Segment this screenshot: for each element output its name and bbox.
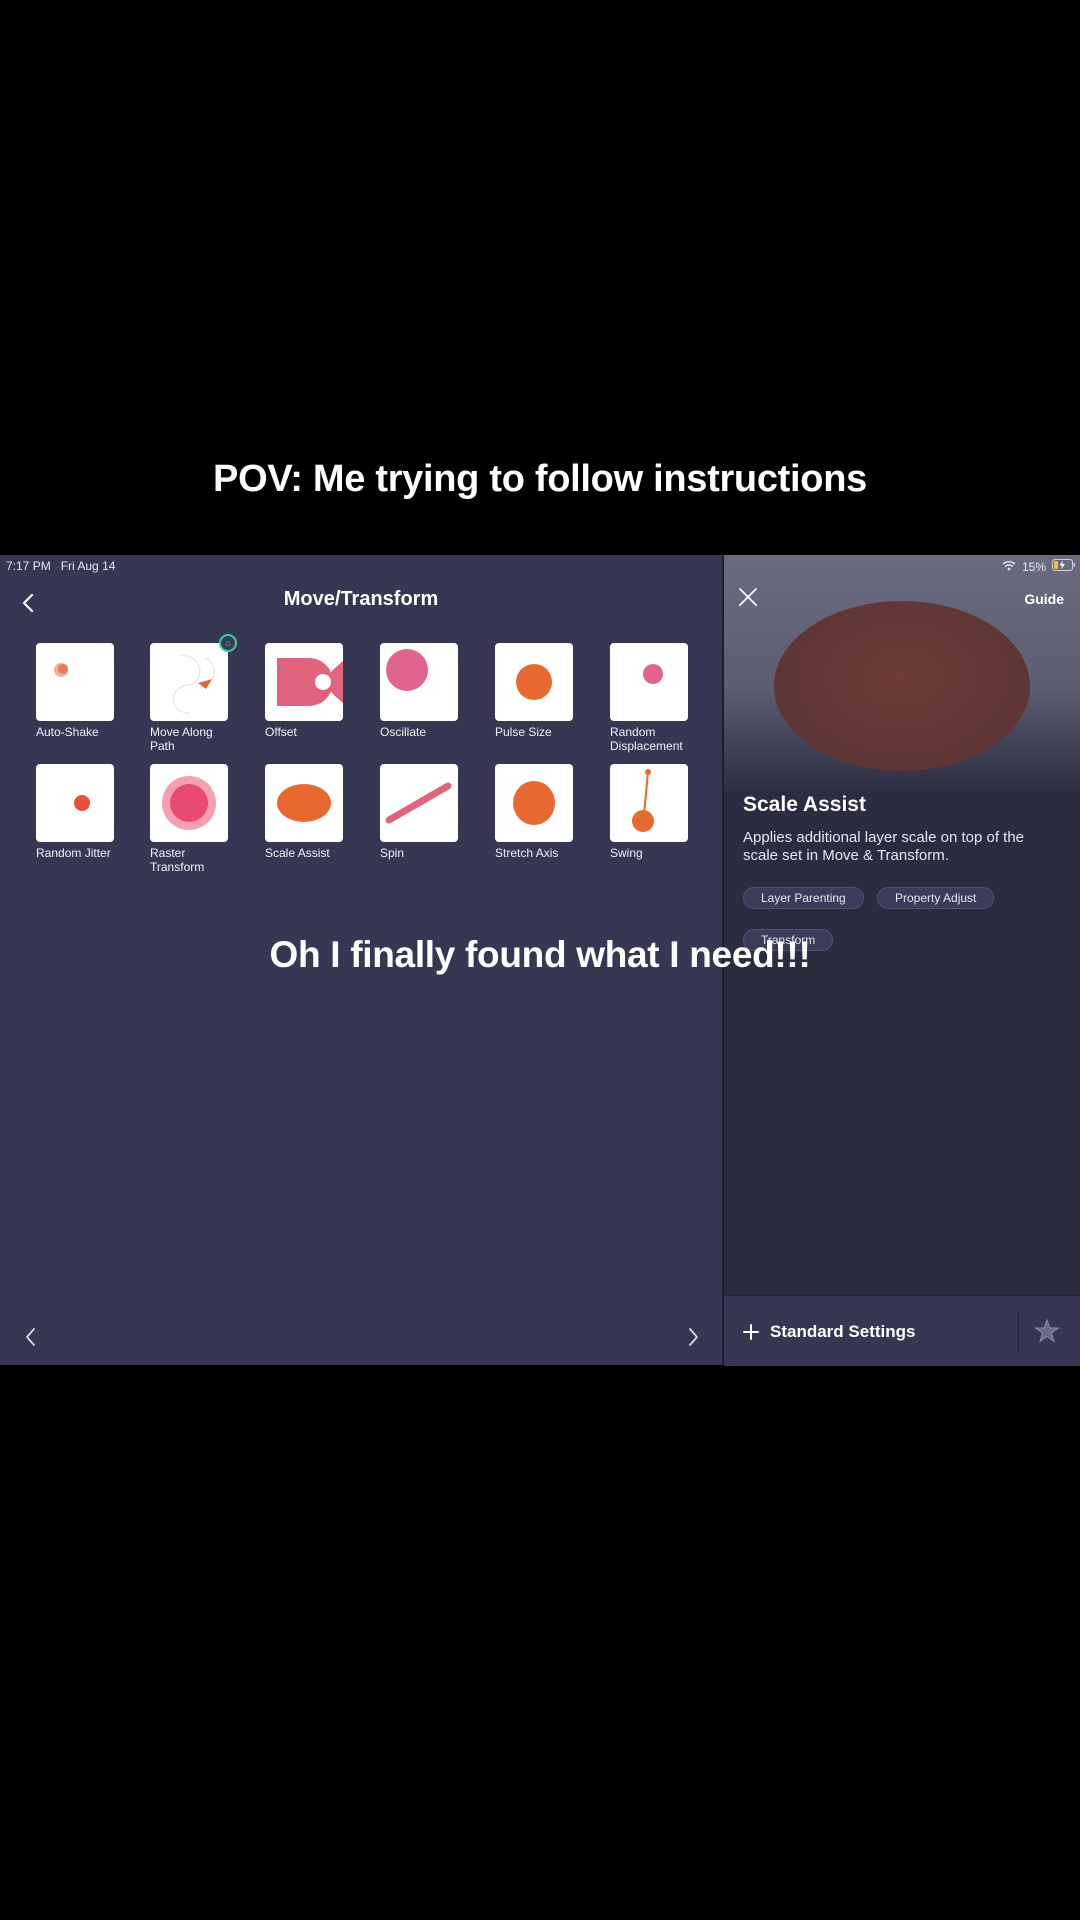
previous-page-chevron-icon[interactable] — [20, 1325, 42, 1349]
tile-stretch-axis[interactable]: Stretch Axis — [495, 764, 573, 860]
behavior-description: Applies additional layer scale on top of… — [743, 829, 1025, 864]
close-icon[interactable] — [736, 585, 760, 609]
tile-random-jitter[interactable]: Random Jitter — [36, 764, 114, 860]
footer-bar: Standard Settings — [724, 1295, 1080, 1366]
spin-icon — [380, 764, 458, 842]
random-displacement-icon — [610, 643, 688, 721]
tile-pulse-size[interactable]: Pulse Size — [495, 643, 573, 739]
battery-percentage: 15% — [1021, 559, 1046, 574]
tile-auto-shake[interactable]: Auto-Shake — [36, 643, 114, 739]
tile-swing[interactable]: Swing — [610, 764, 688, 860]
tile-label: Scale Assist — [265, 846, 330, 860]
caption-middle: Oh I finally found what I need!!! — [269, 934, 811, 975]
lock-badge-icon: ⌂ — [219, 634, 237, 652]
tile-label: Pulse Size — [495, 725, 552, 739]
tile-offset[interactable]: Offset — [265, 643, 343, 739]
tile-random-displacement[interactable]: Random Displacement — [610, 643, 688, 753]
tile-label: Spin — [380, 846, 405, 860]
raster-transform-icon — [150, 764, 228, 842]
tile-label: Raster Transform — [150, 846, 205, 874]
tile-label: Stretch Axis — [495, 846, 559, 860]
status-indicators: 15% — [1002, 559, 1076, 574]
pulse-size-icon — [495, 643, 573, 721]
scale-assist-icon — [265, 764, 343, 842]
oscillate-icon — [380, 643, 458, 721]
tile-label: Move Along Path — [150, 725, 213, 753]
tile-oscillate[interactable]: Oscillate — [380, 643, 458, 739]
tile-label: Oscillate — [380, 725, 427, 739]
tile-raster-transform[interactable]: Raster Transform — [150, 764, 228, 874]
swing-icon — [610, 764, 688, 842]
standard-settings-button[interactable]: Standard Settings — [742, 1322, 915, 1342]
battery-charging-icon — [1052, 559, 1076, 574]
tile-label: Swing — [610, 846, 643, 860]
tag-layer-parenting[interactable]: Layer Parenting — [743, 887, 864, 909]
standard-settings-label: Standard Settings — [770, 1322, 916, 1341]
tag-property-adjust[interactable]: Property Adjust — [877, 887, 995, 909]
footer-separator — [1018, 1312, 1019, 1352]
status-time: 7:17 PM Fri Aug 14 — [6, 559, 116, 573]
next-page-chevron-icon[interactable] — [682, 1325, 704, 1349]
tile-spin[interactable]: Spin — [380, 764, 458, 860]
stretch-axis-icon — [495, 764, 573, 842]
behavior-title: Scale Assist — [743, 793, 866, 816]
guide-button[interactable]: Guide — [1024, 591, 1064, 607]
auto-shake-icon — [36, 643, 114, 721]
preview-ellipse-shape — [774, 601, 1030, 771]
wifi-icon — [1002, 560, 1016, 574]
favorite-star-icon[interactable] — [1034, 1318, 1060, 1344]
tile-label: Random Jitter — [36, 846, 111, 860]
tile-label: Random Displacement — [610, 725, 683, 753]
move-along-path-icon — [150, 643, 228, 721]
random-jitter-icon — [36, 764, 114, 842]
page-title: Move/Transform — [283, 588, 439, 610]
tile-scale-assist[interactable]: Scale Assist — [265, 764, 343, 860]
tile-label: Offset — [265, 725, 297, 739]
caption-top: POV: Me trying to follow instructions — [213, 458, 867, 500]
tile-label: Auto-Shake — [36, 725, 99, 739]
plus-icon — [743, 1324, 759, 1340]
offset-icon — [265, 643, 343, 721]
tile-move-along-path[interactable]: Move Along Path — [150, 643, 228, 753]
